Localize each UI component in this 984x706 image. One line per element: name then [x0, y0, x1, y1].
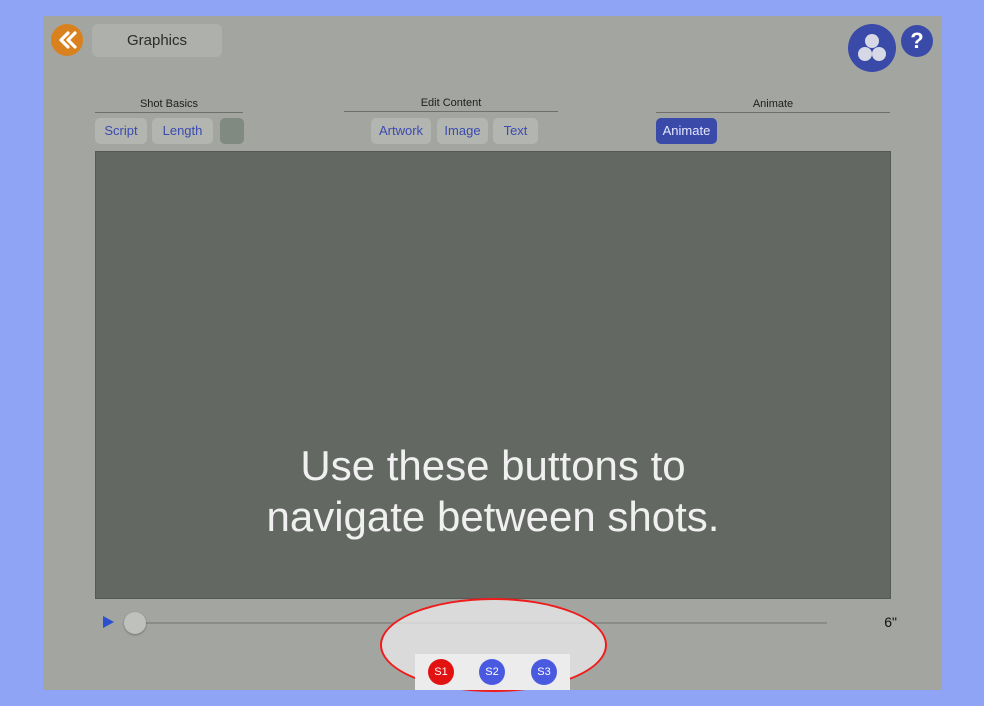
color-swatch-button[interactable]: [220, 118, 244, 144]
artwork-button[interactable]: Artwork: [371, 118, 431, 144]
image-button[interactable]: Image: [437, 118, 488, 144]
duration-label: 6": [884, 614, 897, 630]
screen-title: Graphics: [92, 24, 222, 57]
overlay-line-1: Use these buttons to: [300, 442, 686, 489]
length-button[interactable]: Length: [152, 118, 213, 144]
three-circles-icon: [858, 34, 886, 61]
app-window: Graphics ? Shot Basics Edit Content Anim…: [43, 16, 942, 690]
play-icon[interactable]: [101, 615, 115, 629]
shot-canvas[interactable]: Use these buttons to navigate between sh…: [95, 151, 891, 599]
shot-button-s3[interactable]: S3: [531, 659, 557, 685]
section-edit-content: Edit Content: [344, 97, 558, 112]
animate-button[interactable]: Animate: [656, 118, 717, 144]
script-button[interactable]: Script: [95, 118, 147, 144]
tutorial-overlay-text: Use these buttons to navigate between sh…: [96, 440, 890, 542]
timeline-knob[interactable]: [124, 612, 146, 634]
text-button[interactable]: Text: [493, 118, 538, 144]
help-button[interactable]: ?: [901, 25, 933, 57]
group-button[interactable]: [848, 24, 896, 72]
back-button[interactable]: [51, 24, 83, 56]
shot-button-s2[interactable]: S2: [479, 659, 505, 685]
double-chevron-left-icon: [59, 31, 77, 49]
section-shot-basics: Shot Basics: [95, 98, 243, 113]
overlay-line-2: navigate between shots.: [266, 493, 720, 540]
shot-button-s1[interactable]: S1: [428, 659, 454, 685]
section-animate: Animate: [656, 98, 890, 113]
